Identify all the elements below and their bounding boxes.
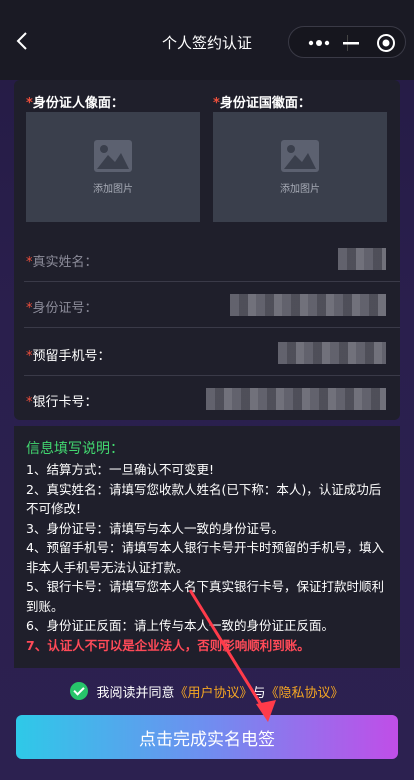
info-line: 6、身份证正反面：请上传与本人一致的身份证正反面。 — [26, 618, 334, 633]
user-agreement-link[interactable]: 《用户协议》 — [174, 682, 252, 701]
bank-card-value-redacted — [206, 388, 386, 410]
upload-label-front: *身份证人像面： — [26, 96, 124, 111]
info-warning: 7、认证人不可以是企业法人，否则影响顺利到账。 — [26, 637, 310, 653]
id-number-value-redacted — [230, 294, 386, 316]
phone-field[interactable]: *预留手机号： — [14, 330, 400, 376]
more-dots-icon[interactable] — [297, 27, 341, 59]
mini-program-capsule — [288, 26, 406, 58]
phone-value-redacted — [278, 342, 386, 364]
agreement-prefix: 我阅读并同意 — [96, 685, 175, 701]
name-field[interactable]: *真实姓名： — [14, 236, 400, 282]
minimize-icon[interactable] — [339, 27, 363, 59]
image-icon — [281, 139, 319, 172]
upload-id-back[interactable]: 添加图片 — [213, 112, 387, 222]
upload-label-back: *身份证国徽面： — [213, 96, 311, 111]
info-panel: 信息填写说明： 1、结算方式：一旦确认不可变更! 2、真实姓名：请填写您收款人姓… — [14, 426, 400, 668]
upload-id-front[interactable]: 添加图片 — [26, 112, 200, 222]
target-close-icon[interactable] — [369, 27, 403, 59]
id-number-field[interactable]: *身份证号： — [14, 282, 400, 328]
upload-placeholder: 添加图片 — [93, 183, 133, 195]
info-line: 1、结算方式：一旦确认不可变更! — [26, 462, 214, 477]
privacy-agreement-link[interactable]: 《隐私协议》 — [266, 682, 344, 701]
info-line: 2、真实姓名：请填写您收款人姓名(已下称：本人)，认证成功后不可修改! — [26, 481, 382, 517]
name-value-redacted — [338, 248, 386, 270]
bank-card-field[interactable]: *银行卡号： — [14, 376, 400, 422]
agreement-and: 与 — [252, 685, 266, 701]
upload-placeholder: 添加图片 — [280, 183, 320, 195]
info-list: 1、结算方式：一旦确认不可变更! 2、真实姓名：请填写您收款人姓名(已下称：本人… — [26, 460, 392, 655]
field-divider — [24, 327, 400, 328]
id-number-label: *身份证号： — [26, 301, 98, 316]
info-line: 4、预留手机号：请填写本人银行卡号开卡时预留的手机号，填入非本人手机号无法认证打… — [26, 540, 384, 575]
name-label: *真实姓名： — [26, 255, 98, 270]
phone-label: *预留手机号： — [26, 349, 111, 364]
agreement-row: 我阅读并同意 《用户协议》 与 《隐私协议》 — [0, 680, 414, 702]
image-icon — [94, 139, 132, 172]
submit-button[interactable]: 点击完成实名电签 — [16, 715, 398, 759]
bank-card-label: *银行卡号： — [26, 395, 98, 410]
check-icon[interactable] — [70, 682, 89, 700]
nav-bar: 个人签约认证 — [0, 0, 414, 80]
info-title: 信息填写说明： — [26, 441, 124, 457]
info-line: 5、银行卡号：请填写您本人名下真实银行卡号，保证打款时顺利到账。 — [26, 579, 384, 614]
info-line: 3、身份证号：请填写与本人一致的身份证号。 — [26, 520, 284, 536]
